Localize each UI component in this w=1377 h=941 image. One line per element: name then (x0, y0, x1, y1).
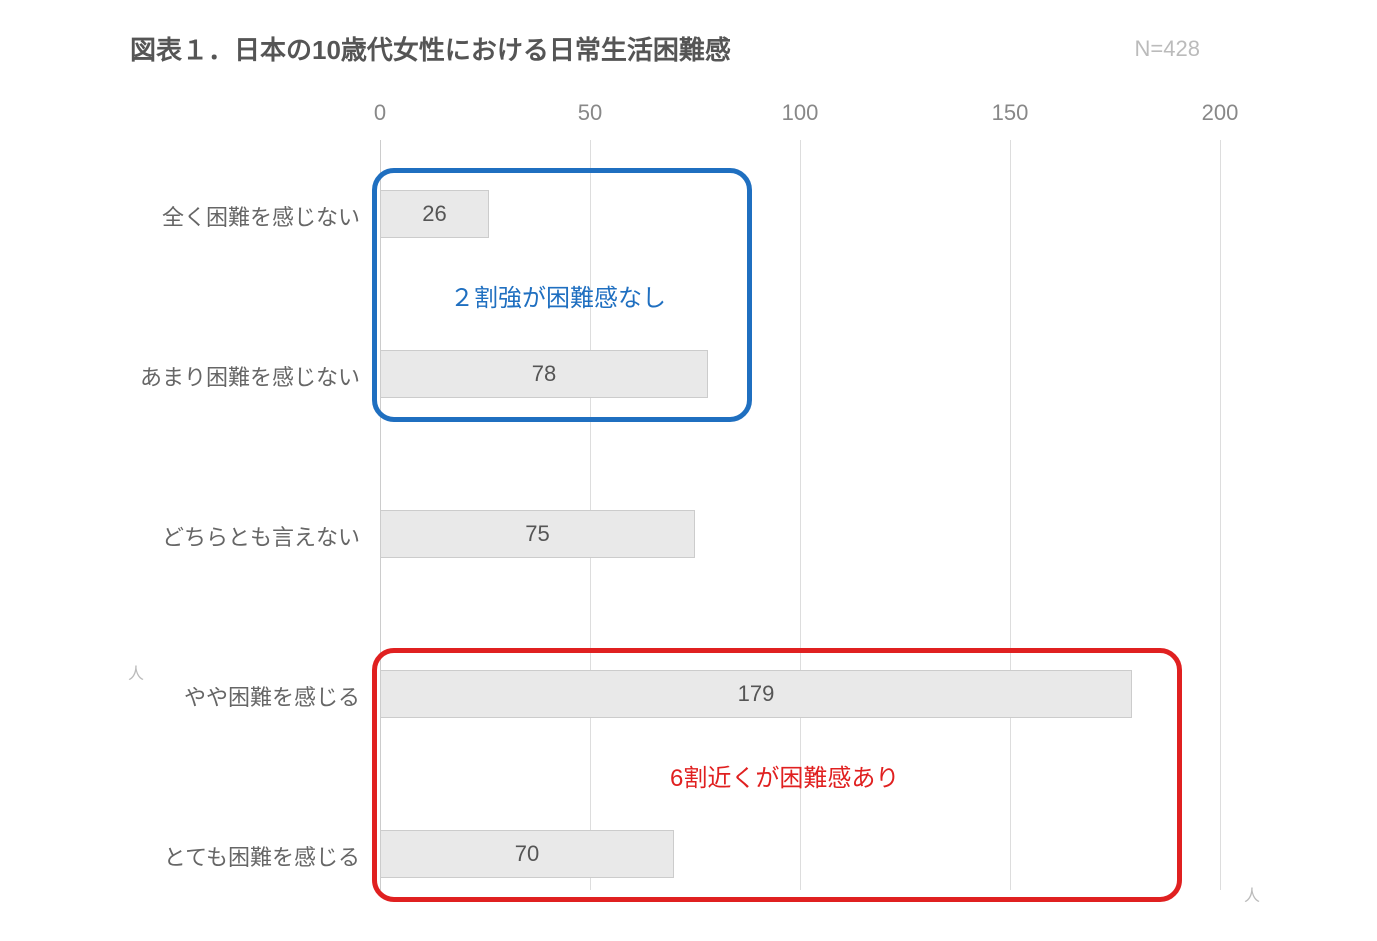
gridline-200 (1220, 140, 1221, 890)
tick-150: 150 (980, 100, 1040, 126)
tick-200: 200 (1190, 100, 1250, 126)
category-label-4: とても困難を感じる (80, 840, 360, 872)
category-label-2: どちらとも言えない (80, 520, 360, 552)
sample-size-label: N=428 (1135, 36, 1200, 62)
category-label-1: あまり困難を感じない (80, 360, 360, 392)
tick-50: 50 (560, 100, 620, 126)
y-axis-label: 人 (128, 660, 144, 684)
bar-value-2: 75 (525, 521, 549, 547)
plot-area: 0 50 100 150 200 全く困難を感じない あまり困難を感じない どち… (380, 90, 1250, 900)
tick-100: 100 (770, 100, 830, 126)
category-label-3: やや困難を感じる (80, 680, 360, 712)
annotation-text-red: 6割近くが困難感あり (670, 758, 899, 793)
x-axis-unit: 人 (1244, 882, 1260, 906)
bar-2: 75 (380, 510, 695, 558)
category-label-0: 全く困難を感じない (80, 200, 360, 232)
chart-container: 図表１．日本の10歳代女性における日常生活困難感 N=428 0 50 100 … (120, 30, 1260, 910)
chart-title: 図表１．日本の10歳代女性における日常生活困難感 (130, 30, 731, 67)
annotation-text-blue: ２割強が困難感なし (450, 278, 666, 313)
tick-0: 0 (350, 100, 410, 126)
